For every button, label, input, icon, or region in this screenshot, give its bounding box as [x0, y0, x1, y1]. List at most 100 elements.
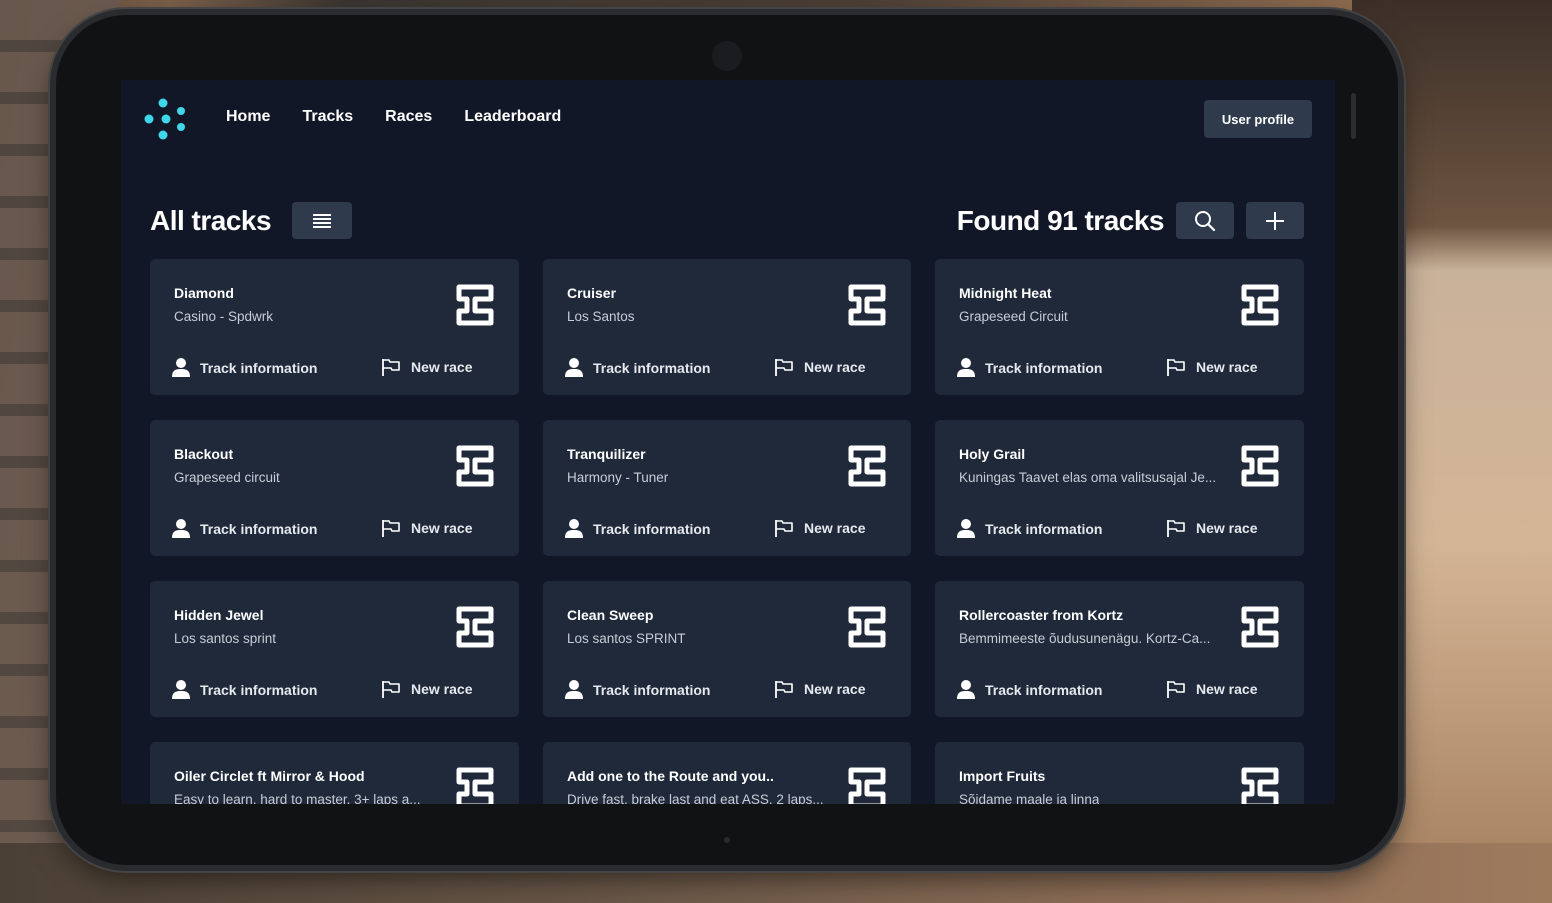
- tablet-screen: Home Tracks Races Leaderboard User profi…: [121, 80, 1335, 804]
- new-race-button[interactable]: New race: [381, 680, 472, 698]
- track-layout-icon: [456, 284, 494, 326]
- new-race-button[interactable]: New race: [774, 358, 865, 376]
- track-information-button[interactable]: Track information: [957, 680, 1102, 699]
- user-profile-button[interactable]: User profile: [1204, 100, 1312, 138]
- flag-icon: [1167, 359, 1185, 376]
- track-information-label: Track information: [985, 359, 1103, 376]
- track-card: Diamond Casino - Spdwrk Track informatio…: [150, 259, 519, 395]
- track-information-button[interactable]: Track information: [172, 358, 317, 377]
- new-race-label: New race: [411, 359, 473, 375]
- track-card: Hidden Jewel Los santos sprint Track inf…: [150, 581, 519, 717]
- track-description: Kuningas Taavet elas oma valitsusajal Je…: [959, 470, 1217, 485]
- user-icon: [172, 680, 190, 699]
- user-icon: [565, 519, 583, 538]
- track-description: Bemmimeeste õudusunenägu. Kortz-Ca...: [959, 631, 1211, 646]
- track-card: Cruiser Los Santos Track information New…: [543, 259, 911, 395]
- tablet-bottom-dot: [724, 837, 730, 843]
- track-description: Los santos sprint: [174, 631, 277, 646]
- track-layout-icon: [848, 445, 886, 487]
- menu-button[interactable]: [292, 202, 352, 239]
- track-information-label: Track information: [200, 681, 318, 698]
- track-description: Grapeseed circuit: [174, 470, 280, 485]
- track-card: Rollercoaster from Kortz Bemmimeeste õud…: [935, 581, 1304, 717]
- track-information-label: Track information: [593, 520, 711, 537]
- track-layout-icon: [848, 606, 886, 648]
- plus-icon: [1266, 211, 1284, 230]
- new-race-label: New race: [411, 681, 473, 697]
- track-name: Hidden Jewel: [174, 607, 264, 623]
- track-information-button[interactable]: Track information: [565, 519, 710, 538]
- logo-icon[interactable]: [143, 98, 187, 140]
- menu-icon: [313, 213, 331, 228]
- new-race-button[interactable]: New race: [774, 519, 865, 537]
- user-icon: [172, 519, 190, 538]
- track-name: Oiler Circlet ft Mirror & Hood: [174, 768, 365, 784]
- track-layout-icon: [848, 767, 886, 804]
- track-layout-icon: [1241, 606, 1279, 648]
- track-card: Midnight Heat Grapeseed Circuit Track in…: [935, 259, 1304, 395]
- new-race-label: New race: [804, 359, 866, 375]
- new-race-button[interactable]: New race: [1166, 519, 1257, 537]
- user-icon: [565, 358, 583, 377]
- track-layout-icon: [1241, 284, 1279, 326]
- flag-icon: [775, 681, 793, 698]
- add-track-button[interactable]: [1246, 202, 1304, 239]
- track-layout-icon: [848, 284, 886, 326]
- track-name: Clean Sweep: [567, 607, 654, 623]
- track-card: Add one to the Route and you.. Drive fas…: [543, 742, 911, 804]
- track-name: Rollercoaster from Kortz: [959, 607, 1124, 623]
- search-button[interactable]: [1176, 202, 1234, 239]
- track-description: Easy to learn, hard to master. 3+ laps a…: [174, 792, 421, 804]
- flag-icon: [382, 520, 400, 537]
- track-name: Holy Grail: [959, 446, 1026, 462]
- track-description: Grapeseed Circuit: [959, 309, 1068, 324]
- nav-races[interactable]: Races: [385, 108, 432, 126]
- search-icon: [1195, 210, 1216, 231]
- flag-icon: [382, 359, 400, 376]
- track-card: Import Fruits Sõidame maale ja linna Tra…: [935, 742, 1304, 804]
- track-description: Harmony - Tuner: [567, 470, 669, 485]
- user-icon: [957, 519, 975, 538]
- new-race-label: New race: [411, 520, 473, 536]
- new-race-button[interactable]: New race: [1166, 680, 1257, 698]
- new-race-label: New race: [1196, 681, 1258, 697]
- new-race-label: New race: [1196, 520, 1258, 536]
- user-icon: [957, 358, 975, 377]
- new-race-button[interactable]: New race: [1166, 358, 1257, 376]
- track-information-button[interactable]: Track information: [957, 358, 1102, 377]
- track-card: Clean Sweep Los santos SPRINT Track info…: [543, 581, 911, 717]
- track-information-button[interactable]: Track information: [172, 519, 317, 538]
- track-layout-icon: [456, 767, 494, 804]
- track-information-button[interactable]: Track information: [565, 358, 710, 377]
- track-information-label: Track information: [593, 359, 711, 376]
- track-name: Import Fruits: [959, 768, 1046, 784]
- track-name: Add one to the Route and you..: [567, 768, 774, 784]
- nav-tracks[interactable]: Tracks: [302, 108, 353, 126]
- nav-links: Home Tracks Races Leaderboard: [226, 108, 561, 126]
- flag-icon: [382, 681, 400, 698]
- nav-home[interactable]: Home: [226, 108, 270, 126]
- new-race-label: New race: [804, 681, 866, 697]
- track-description: Drive fast, brake last and eat ASS. 2 la…: [567, 792, 824, 804]
- found-count: Found 91 tracks: [956, 205, 1165, 236]
- new-race-button[interactable]: New race: [381, 519, 472, 537]
- track-information-button[interactable]: Track information: [172, 680, 317, 699]
- track-description: Los Santos: [567, 309, 635, 324]
- track-description: Los santos SPRINT: [567, 631, 686, 646]
- new-race-label: New race: [804, 520, 866, 536]
- user-icon: [565, 680, 583, 699]
- track-information-button[interactable]: Track information: [565, 680, 710, 699]
- track-information-label: Track information: [985, 681, 1103, 698]
- user-icon: [957, 680, 975, 699]
- track-name: Blackout: [174, 446, 234, 462]
- track-layout-icon: [456, 445, 494, 487]
- new-race-button[interactable]: New race: [381, 358, 472, 376]
- user-icon: [172, 358, 190, 377]
- track-description: Casino - Spdwrk: [174, 309, 274, 324]
- track-name: Tranquilizer: [567, 446, 646, 462]
- nav-leaderboard[interactable]: Leaderboard: [464, 108, 561, 126]
- new-race-button[interactable]: New race: [774, 680, 865, 698]
- track-information-button[interactable]: Track information: [957, 519, 1102, 538]
- track-card: Oiler Circlet ft Mirror & Hood Easy to l…: [150, 742, 519, 804]
- track-information-label: Track information: [593, 681, 711, 698]
